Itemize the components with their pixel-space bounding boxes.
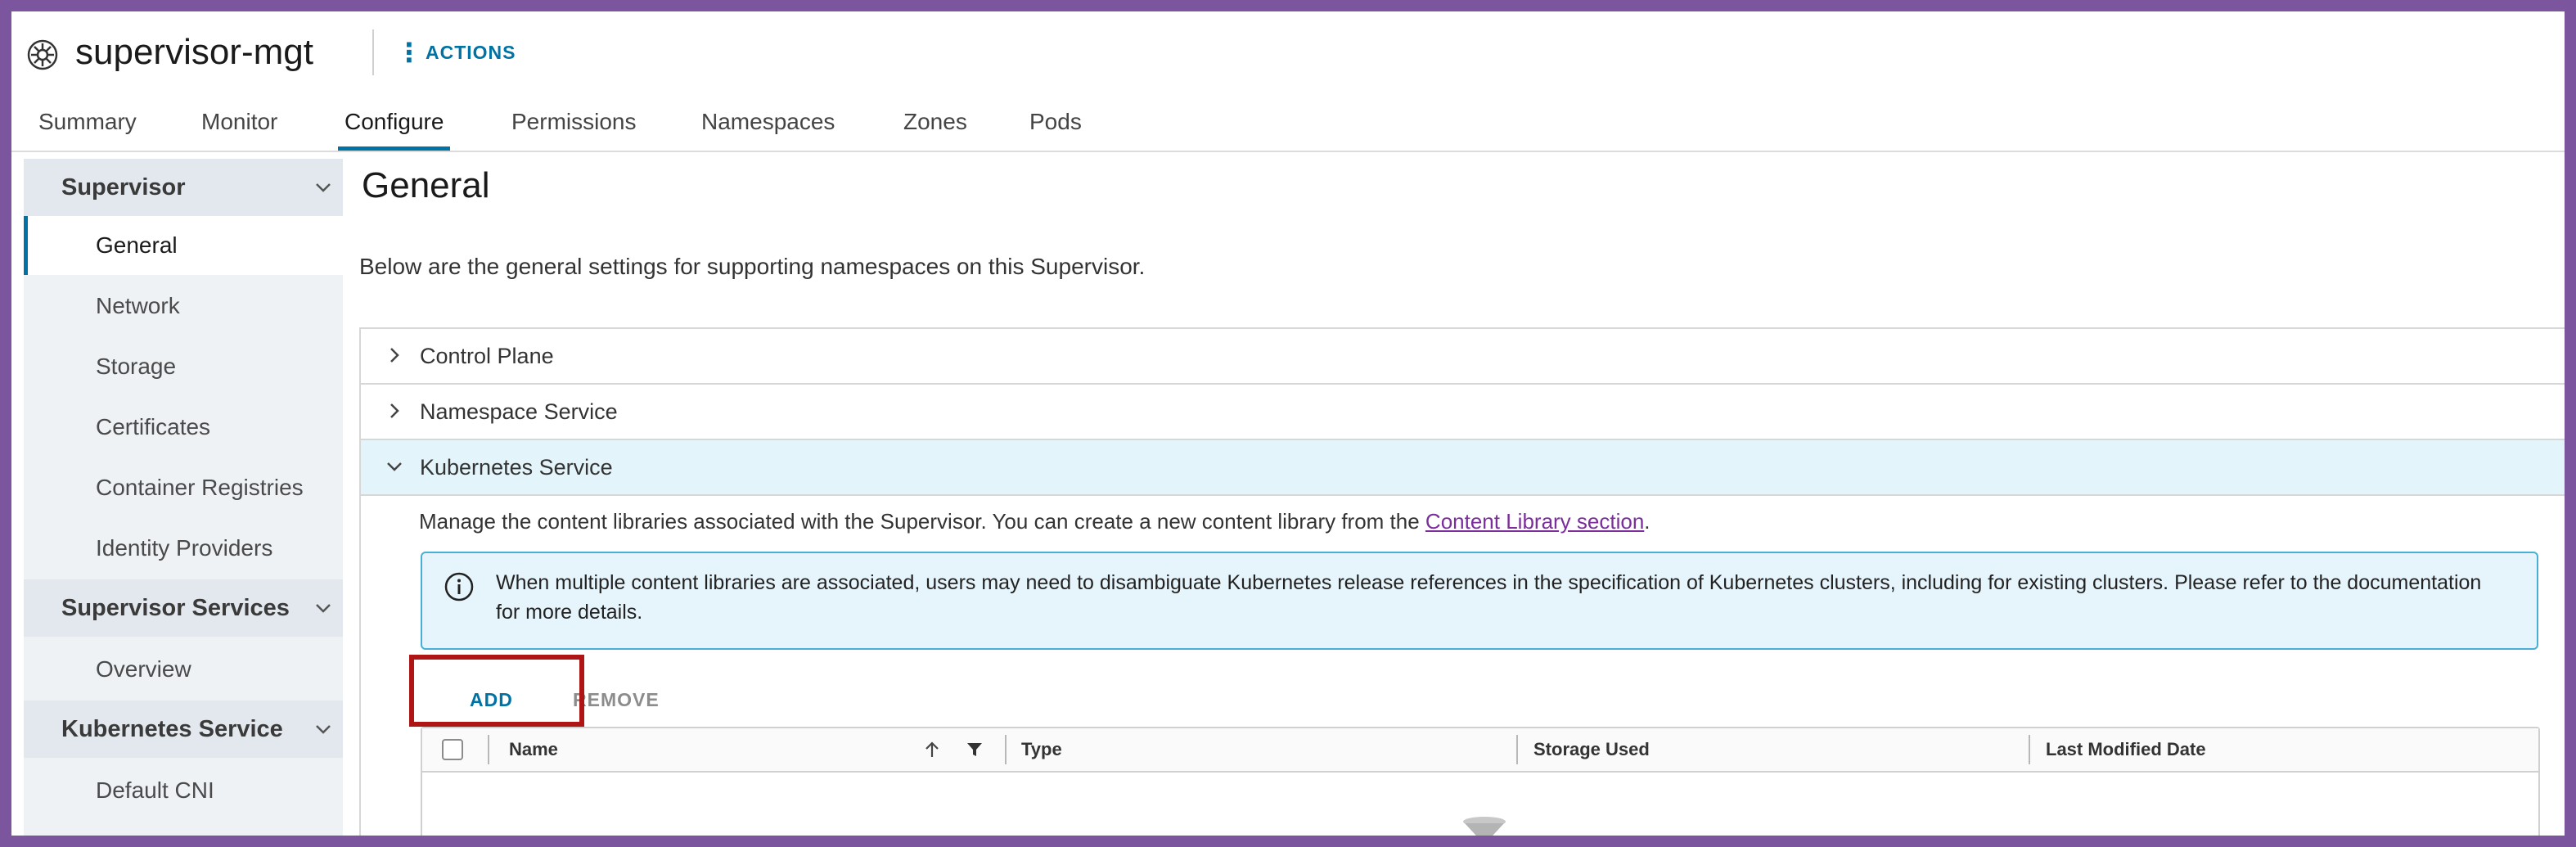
add-button-highlight-box (409, 655, 584, 727)
app-window: supervisor-mgt ⋮ ACTIONS Summary Monitor… (11, 11, 2565, 836)
tab-zones[interactable]: Zones (903, 93, 967, 151)
vertical-ellipsis-icon: ⋮ (396, 38, 422, 67)
alert-text: When multiple content libraries are asso… (496, 571, 2482, 624)
section-label: Control Plane (420, 344, 554, 368)
sidebar-item-label: Overview (96, 656, 191, 682)
tab-configure[interactable]: Configure (337, 93, 451, 151)
content-library-datagrid: Name Type Storage Used Last Modified Dat… (421, 727, 2540, 836)
section-label: Kubernetes Service (420, 455, 613, 480)
sidebar-item-identity-providers[interactable]: Identity Providers (24, 519, 343, 578)
page-description: Below are the general settings for suppo… (359, 254, 1146, 279)
info-alert: When multiple content libraries are asso… (421, 552, 2538, 650)
sidebar-item-storage[interactable]: Storage (24, 337, 343, 396)
column-separator (2029, 735, 2030, 764)
tab-permissions[interactable]: Permissions (511, 93, 636, 151)
column-separator (488, 735, 489, 764)
object-header: supervisor-mgt ⋮ ACTIONS Summary Monitor… (11, 11, 2565, 152)
sidebar-group-label: Kubernetes Service (61, 716, 283, 742)
sidebar-group-supervisor[interactable]: Supervisor (24, 159, 343, 216)
actions-label: ACTIONS (426, 41, 516, 63)
configure-sidebar: Supervisor General Network Storage Certi… (24, 159, 343, 836)
column-header-storage-used[interactable]: Storage Used (1533, 728, 1650, 771)
page-title: General (362, 165, 490, 205)
sidebar-item-label: Certificates (96, 414, 211, 439)
column-separator (1516, 735, 1518, 764)
sidebar-item-label: General (96, 232, 178, 258)
kubernetes-helm-icon (27, 39, 58, 70)
tab-pods[interactable]: Pods (1029, 93, 1082, 151)
sidebar-group-supervisor-services[interactable]: Supervisor Services (24, 579, 343, 637)
sidebar-item-label: Identity Providers (96, 535, 273, 561)
tab-monitor[interactable]: Monitor (201, 93, 277, 151)
column-header-type[interactable]: Type (1021, 728, 1062, 771)
chevron-down-icon (316, 183, 331, 192)
sidebar-group-label: Supervisor (61, 174, 186, 200)
sidebar-group-label: Supervisor Services (61, 595, 290, 621)
section-label: Namespace Service (420, 399, 618, 424)
sidebar-item-label: Default CNI (96, 777, 214, 803)
object-title: supervisor-mgt (75, 32, 313, 72)
chevron-right-icon (390, 403, 399, 418)
sidebar-item-network[interactable]: Network (24, 277, 343, 336)
sidebar-item-general[interactable]: General (24, 216, 343, 275)
chevron-down-icon (316, 725, 331, 734)
actions-menu-button[interactable]: ⋮ ACTIONS (396, 36, 516, 69)
chevron-right-icon (390, 348, 399, 363)
sidebar-group-kubernetes-service[interactable]: Kubernetes Service (24, 701, 343, 758)
sidebar-item-default-cni[interactable]: Default CNI (24, 761, 343, 820)
info-circle-icon (444, 572, 474, 601)
column-separator (1005, 735, 1007, 764)
description-suffix: . (1644, 509, 1651, 534)
loading-spinner-icon (1463, 817, 1506, 836)
filter-icon[interactable] (966, 741, 984, 759)
sidebar-item-label: Container Registries (96, 475, 304, 500)
column-header-last-modified-date[interactable]: Last Modified Date (2046, 728, 2206, 771)
kubernetes-service-description: Manage the content libraries associated … (419, 509, 1651, 534)
section-control-plane[interactable]: Control Plane (361, 329, 2565, 385)
column-header-name[interactable]: Name (509, 728, 558, 771)
content-library-link[interactable]: Content Library section (1425, 509, 1644, 534)
section-kubernetes-service[interactable]: Kubernetes Service (361, 440, 2565, 496)
sidebar-item-label: Network (96, 293, 180, 318)
chevron-down-icon (316, 604, 331, 613)
description-text: Manage the content libraries associated … (419, 509, 1425, 534)
section-namespace-service[interactable]: Namespace Service (361, 385, 2565, 440)
select-all-checkbox[interactable] (442, 739, 463, 760)
tab-namespaces[interactable]: Namespaces (701, 93, 835, 151)
chevron-down-icon (387, 462, 402, 471)
tab-summary[interactable]: Summary (38, 93, 137, 151)
remove-button[interactable]: REMOVE (573, 673, 660, 727)
sidebar-item-overview[interactable]: Overview (24, 640, 343, 699)
sidebar-item-label: Storage (96, 354, 177, 379)
header-divider (372, 29, 374, 75)
sort-ascending-icon[interactable] (923, 740, 941, 759)
datagrid-header: Name Type Storage Used Last Modified Dat… (422, 728, 2538, 773)
sidebar-item-certificates[interactable]: Certificates (24, 398, 343, 457)
sidebar-item-container-registries[interactable]: Container Registries (24, 458, 343, 517)
